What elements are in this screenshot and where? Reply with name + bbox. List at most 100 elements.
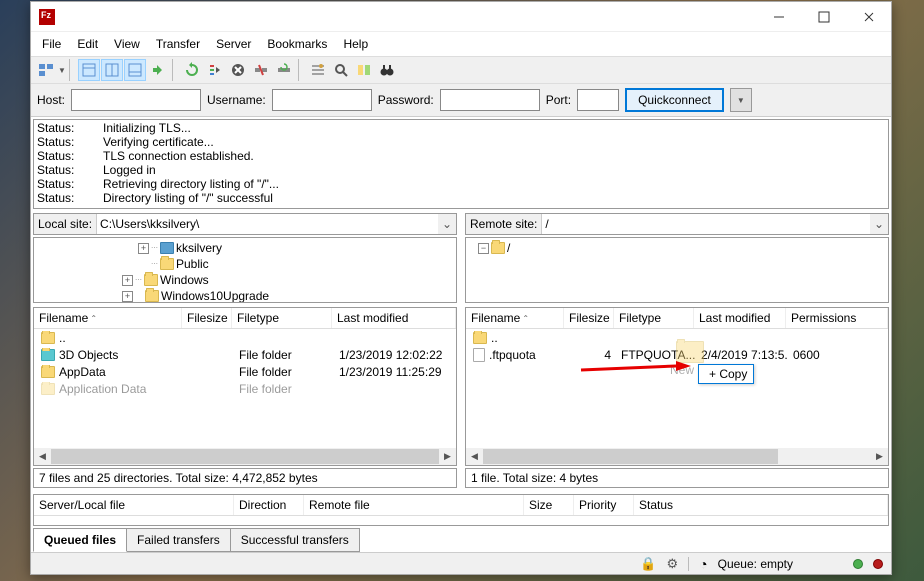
col-filename[interactable]: Filename⌃ [466, 308, 564, 328]
toggle-queue-icon[interactable] [124, 59, 146, 81]
horizontal-scrollbar[interactable]: ◀ ▶ [466, 448, 888, 465]
minimize-button[interactable] [756, 2, 801, 32]
sync-browse-icon[interactable] [147, 59, 169, 81]
queue-header: Server/Local file Direction Remote file … [34, 495, 888, 516]
folder-icon [491, 242, 505, 254]
expand-icon[interactable]: + [138, 243, 149, 254]
tree-node[interactable]: +⋯Windows [34, 272, 456, 288]
tree-node[interactable]: −/ [466, 240, 888, 256]
menu-transfer[interactable]: Transfer [149, 34, 207, 54]
local-pane: Local site: ⌄ +⋯kksilvery ⋯Public +⋯Wind… [31, 213, 459, 490]
menu-view[interactable]: View [107, 34, 147, 54]
col-size[interactable]: Size [524, 495, 574, 515]
site-manager-icon[interactable] [35, 59, 57, 81]
process-queue-icon[interactable] [204, 59, 226, 81]
col-filesize[interactable]: Filesize [182, 308, 232, 328]
list-item[interactable]: Application DataFile folder [34, 380, 456, 397]
quickconnect-button[interactable]: Quickconnect [625, 88, 724, 112]
list-item[interactable]: .ftpquota4FTPQUOTA...2/4/2019 7:13:5...0… [466, 346, 888, 363]
folder-icon [473, 332, 487, 344]
list-item-updir[interactable]: .. [34, 329, 456, 346]
search-icon[interactable] [330, 59, 352, 81]
remote-file-list[interactable]: Filename⌃ Filesize Filetype Last modifie… [465, 307, 889, 466]
tab-successful[interactable]: Successful transfers [230, 528, 360, 552]
col-filetype[interactable]: Filetype [232, 308, 332, 328]
sort-asc-icon: ⌃ [522, 314, 529, 323]
scroll-right-icon[interactable]: ▶ [871, 448, 888, 465]
scroll-right-icon[interactable]: ▶ [439, 448, 456, 465]
disconnect-icon[interactable] [250, 59, 272, 81]
tree-node[interactable]: +⋯kksilvery [34, 240, 456, 256]
scroll-left-icon[interactable]: ◀ [34, 448, 51, 465]
horizontal-scrollbar[interactable]: ◀ ▶ [34, 448, 456, 465]
col-server[interactable]: Server/Local file [34, 495, 234, 515]
col-filetype[interactable]: Filetype [614, 308, 694, 328]
col-modified[interactable]: Last modified [332, 308, 456, 328]
folder-icon [144, 274, 158, 286]
menu-file[interactable]: File [35, 34, 68, 54]
cancel-icon[interactable] [227, 59, 249, 81]
remote-tree[interactable]: −/ [465, 237, 889, 303]
remote-pane: Remote site: ⌄ −/ Filename⌃ Filesize Fil… [463, 213, 891, 490]
list-item[interactable]: AppDataFile folder1/23/2019 11:25:29 [34, 363, 456, 380]
refresh-icon[interactable] [181, 59, 203, 81]
remote-site-label: Remote site: [466, 215, 541, 233]
col-modified[interactable]: Last modified [694, 308, 786, 328]
copy-tooltip: + Copy [698, 364, 754, 384]
col-priority[interactable]: Priority [574, 495, 634, 515]
list-item[interactable]: 3D ObjectsFile folder1/23/2019 12:02:22 [34, 346, 456, 363]
menu-bookmarks[interactable]: Bookmarks [260, 34, 334, 54]
queue-gauge-icon: ◔ [699, 556, 707, 572]
queue-tabs: Queued files Failed transfers Successful… [33, 528, 889, 552]
reconnect-icon[interactable] [273, 59, 295, 81]
activity-led-green [853, 559, 863, 569]
col-status[interactable]: Status [634, 495, 888, 515]
col-filesize[interactable]: Filesize [564, 308, 614, 328]
host-input[interactable] [71, 89, 201, 111]
port-input[interactable] [577, 89, 619, 111]
binoculars-icon[interactable] [376, 59, 398, 81]
scroll-left-icon[interactable]: ◀ [466, 448, 483, 465]
expand-icon[interactable]: + [122, 291, 133, 302]
port-label: Port: [546, 93, 571, 107]
expand-icon[interactable]: + [122, 275, 133, 286]
list-item-updir[interactable]: .. [466, 329, 888, 346]
local-path-dropdown-icon[interactable]: ⌄ [438, 217, 456, 231]
compare-icon[interactable] [353, 59, 375, 81]
col-direction[interactable]: Direction [234, 495, 304, 515]
lock-icon[interactable]: 🔒 [640, 556, 656, 572]
local-site-bar: Local site: ⌄ [33, 213, 457, 235]
host-label: Host: [37, 93, 65, 107]
queue-status-text: Queue: empty [718, 557, 793, 571]
remote-path-dropdown-icon[interactable]: ⌄ [870, 217, 888, 231]
username-input[interactable] [272, 89, 372, 111]
local-tree[interactable]: +⋯kksilvery ⋯Public +⋯Windows +Windows10… [33, 237, 457, 303]
filter-icon[interactable] [307, 59, 329, 81]
tab-failed[interactable]: Failed transfers [126, 528, 231, 552]
tree-node[interactable]: ⋯Public [34, 256, 456, 272]
tab-queued[interactable]: Queued files [33, 528, 127, 552]
password-input[interactable] [440, 89, 540, 111]
tree-node[interactable]: +Windows10Upgrade [34, 288, 456, 303]
message-log[interactable]: Status:Initializing TLS... Status:Verify… [33, 119, 889, 209]
collapse-icon[interactable]: − [478, 243, 489, 254]
remote-site-bar: Remote site: ⌄ [465, 213, 889, 235]
col-remote[interactable]: Remote file [304, 495, 524, 515]
menu-help[interactable]: Help [336, 34, 375, 54]
gear-icon[interactable]: ⚙ [667, 556, 679, 572]
local-site-label: Local site: [34, 215, 96, 233]
col-permissions[interactable]: Permissions [786, 308, 888, 328]
toggle-log-icon[interactable] [78, 59, 100, 81]
col-filename[interactable]: Filename⌃ [34, 308, 182, 328]
local-path-input[interactable] [96, 214, 438, 234]
local-file-list[interactable]: Filename⌃ Filesize Filetype Last modifie… [33, 307, 457, 466]
menu-edit[interactable]: Edit [70, 34, 105, 54]
remote-path-input[interactable] [541, 214, 870, 234]
maximize-button[interactable] [801, 2, 846, 32]
toggle-tree-icon[interactable] [101, 59, 123, 81]
folder-icon [145, 290, 159, 302]
quickconnect-history-dropdown[interactable]: ▼ [730, 88, 752, 112]
menu-server[interactable]: Server [209, 34, 258, 54]
close-button[interactable] [846, 2, 891, 32]
transfer-queue[interactable]: Server/Local file Direction Remote file … [33, 494, 889, 526]
